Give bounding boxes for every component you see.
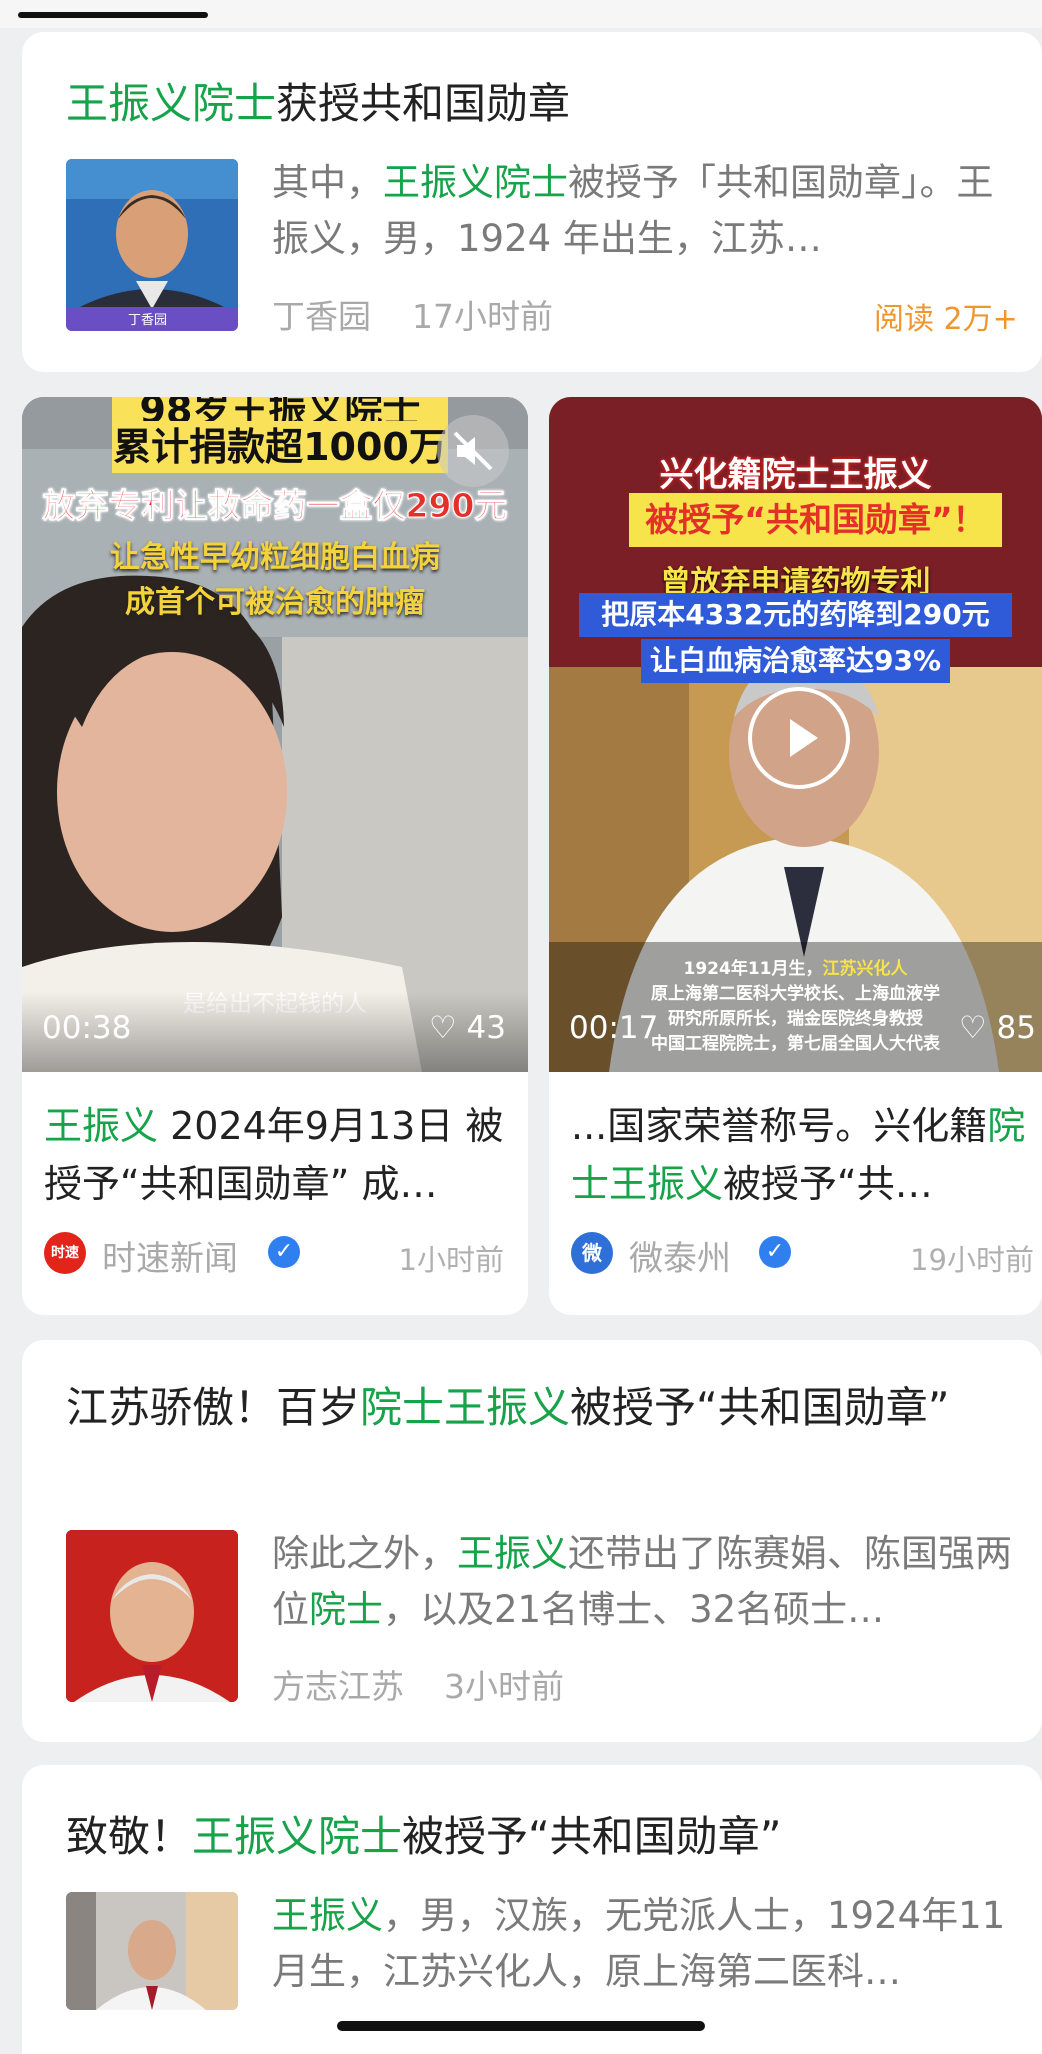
caption-line-2: 累计捐款超1000万 xyxy=(112,421,448,473)
source-logo: 微 xyxy=(571,1232,613,1274)
verified-icon: ✓ xyxy=(268,1236,300,1268)
lower-third-line-2: 原上海第二医科大学校长、上海血液学 xyxy=(651,984,940,1004)
mute-icon xyxy=(453,431,493,471)
video-likes: ♡ 43 xyxy=(429,1010,506,1046)
source-name[interactable]: 时速新闻 xyxy=(102,1231,238,1280)
portrait-image xyxy=(66,159,238,331)
thumb-logo-text: 丁香园 xyxy=(128,313,168,328)
article-snippet: 除此之外，王振义还带出了陈赛娟、陈国强两位院士，以及21名博士、32名硕士… xyxy=(272,1532,1012,1631)
video-description: ...国家荣誉称号。兴化籍院士王振义被授予“共… xyxy=(571,1104,1026,1206)
portrait-image xyxy=(66,1530,238,1702)
article-snippet: 王振义，男，汉族，无党派人士，1924年11月生，江苏兴化人，原上海第二医科… xyxy=(272,1894,1006,1993)
article-source[interactable]: 方志江苏 xyxy=(272,1660,404,1708)
caption-line-5: 成首个可被治愈的肿瘤 xyxy=(125,585,425,620)
article-title: 王振义院士获授共和国勋章 xyxy=(66,74,570,134)
caption-line-4: 把原本4332元的药降到290元 xyxy=(579,593,1012,637)
video-card-right[interactable]: 兴化籍院士王振义 被授予“共和国勋章”！ 曾放弃申请药物专利 把原本4332元的… xyxy=(549,397,1042,1315)
video-likes: ♡ 85 xyxy=(959,1010,1036,1046)
article-title: 致敬！王振义院士被授予“共和国勋章” xyxy=(66,1812,782,1861)
post-time: 19小时前 xyxy=(910,1243,1034,1277)
article-thumbnail xyxy=(66,1530,238,1702)
title-highlight: 王振义院士 xyxy=(66,79,277,128)
post-time: 1小时前 xyxy=(398,1243,504,1277)
heart-icon: ♡ xyxy=(428,1010,457,1046)
title-text: 获授共和国勋章 xyxy=(276,79,571,128)
article-thumbnail xyxy=(66,1892,238,2010)
video-description: 王振义 2024年9月13日 被授予“共和国勋章” 成… xyxy=(44,1104,504,1206)
video-thumbnail-right[interactable]: 兴化籍院士王振义 被授予“共和国勋章”！ 曾放弃申请药物专利 把原本4332元的… xyxy=(549,397,1042,1072)
article-time: 3小时前 xyxy=(444,1667,564,1706)
video-thumbnail-left[interactable]: 98岁王振义院士 累计捐款超1000万 放弃专利让救命药一盒仅290元 让急性早… xyxy=(22,397,528,1072)
video-duration: 00:17 xyxy=(569,1010,659,1046)
active-tab-indicator xyxy=(18,12,208,18)
top-tab-bar xyxy=(0,0,1042,28)
video-duration: 00:38 xyxy=(42,1010,132,1046)
article-thumbnail: 丁香园 xyxy=(66,159,238,331)
caption-line-5: 让白血病治愈率达93% xyxy=(641,639,950,683)
article-time: 17小时前 xyxy=(412,297,553,336)
source-name[interactable]: 微泰州 xyxy=(629,1231,731,1280)
caption-line-4: 让急性早幼粒细胞白血病 xyxy=(110,540,440,575)
verified-icon: ✓ xyxy=(759,1236,791,1268)
portrait-image xyxy=(66,1892,238,2010)
article-card-2[interactable]: 江苏骄傲！百岁院士王振义被授予“共和国勋章” 除此之外，王振义还带出了陈赛娟、陈… xyxy=(22,1340,1042,1742)
video-card-left[interactable]: 98岁王振义院士 累计捐款超1000万 放弃专利让救命药一盒仅290元 让急性早… xyxy=(22,397,528,1315)
article-title: 江苏骄傲！百岁院士王振义被授予“共和国勋章” xyxy=(66,1383,950,1432)
home-indicator[interactable] xyxy=(337,2021,705,2031)
like-count: 43 xyxy=(466,1010,506,1046)
article-source[interactable]: 丁香园 xyxy=(272,290,371,338)
like-count: 85 xyxy=(996,1010,1036,1046)
source-logo: 时速 xyxy=(44,1232,86,1274)
caption-line-1: 兴化籍院士王振义 xyxy=(659,455,932,495)
play-icon xyxy=(790,719,818,757)
mute-button[interactable] xyxy=(437,415,509,487)
play-button[interactable] xyxy=(748,687,850,789)
heart-icon: ♡ xyxy=(958,1010,987,1046)
lower-third-line-1: 1924年11月生，江苏兴化人 xyxy=(683,959,908,979)
article-card-1[interactable]: 王振义院士获授共和国勋章 丁香园 其中，王振义院士被授予「共和国勋章」。王振义，… xyxy=(22,32,1042,372)
caption-line-2: 被授予“共和国勋章”！ xyxy=(629,493,1002,547)
article-card-3[interactable]: 致敬！王振义院士被授予“共和国勋章” 王振义，男，汉族，无党派人士，1924年1… xyxy=(22,1765,1042,2054)
read-count: 阅读 2万+ xyxy=(874,302,1018,337)
article-snippet: 其中，王振义院士被授予「共和国勋章」。王振义，男，1924 年出生，江苏… xyxy=(272,161,994,260)
